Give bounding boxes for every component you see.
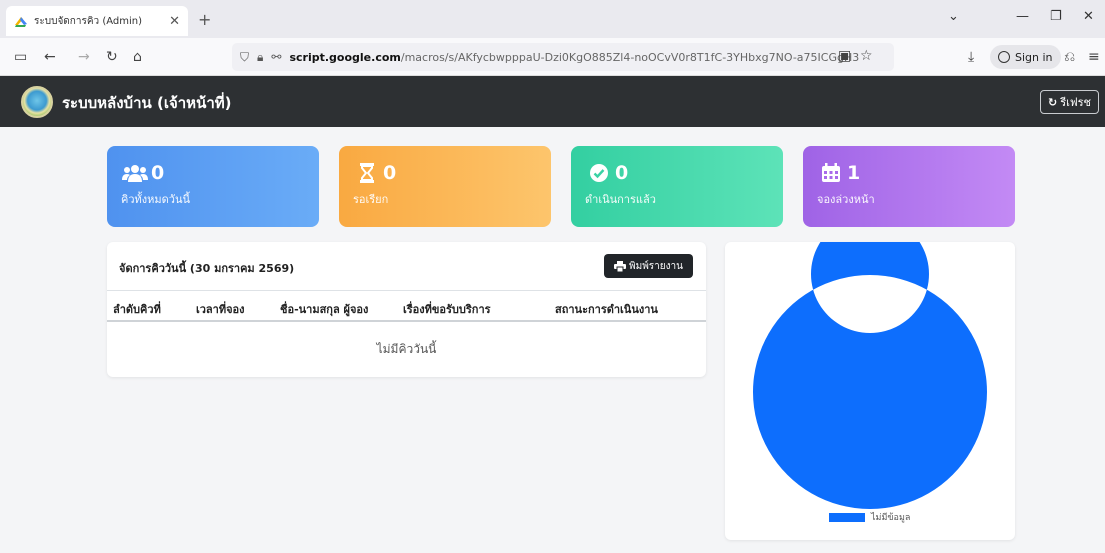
apps-script-icon — [15, 17, 27, 27]
refresh-label: รีเฟรช — [1060, 96, 1092, 109]
stat-label: ดำเนินการแล้ว — [585, 193, 656, 206]
url-bar[interactable]: ⛉ 🔒︎ ⚯ script.google.com/macros/s/AKfycb… — [232, 43, 894, 71]
legend-swatch[interactable] — [829, 512, 865, 522]
stat-card-total-today: 0 คิวทั้งหมดวันนี้ — [107, 146, 319, 227]
close-window-icon[interactable]: ✕ — [1083, 9, 1094, 24]
new-tab-icon[interactable]: + — [198, 10, 211, 29]
donut-chart — [753, 242, 987, 509]
stat-value: 1 — [847, 162, 861, 184]
lock-icon: 🔒︎ — [257, 49, 264, 64]
download-icon[interactable]: ⤓ — [968, 48, 974, 66]
check-circle-icon — [585, 162, 613, 184]
url-host: script.google.com — [289, 50, 401, 64]
menu-icon[interactable]: ≡ — [1088, 48, 1100, 66]
organization-logo — [21, 86, 53, 118]
service-stats-panel: สถิติแยกตามบริการ ไม่มีข้อมูล — [725, 242, 1015, 540]
page-title: ระบบหลังบ้าน (เจ้าหน้าที่) — [62, 94, 232, 112]
stat-value: 0 — [383, 162, 397, 184]
tab-title: ระบบจัดการคิว (Admin) — [34, 15, 142, 27]
chart-legend: ไม่มีข้อมูล — [829, 510, 910, 524]
stat-label: รอเรียก — [353, 193, 389, 206]
forward-arrow-icon[interactable]: → — [78, 48, 90, 66]
stat-value: 0 — [615, 162, 629, 184]
hourglass-icon — [353, 162, 381, 184]
extensions-icon[interactable]: ⎌ — [1064, 48, 1075, 66]
calendar-icon — [817, 162, 845, 184]
column-header[interactable]: ลำดับคิวที่ — [113, 300, 161, 318]
restore-icon[interactable]: ❐ — [1050, 9, 1062, 24]
permissions-icon: ⚯ — [271, 50, 282, 64]
column-header[interactable]: เวลาที่จอง — [196, 300, 245, 318]
stat-label: คิวทั้งหมดวันนี้ — [121, 193, 191, 206]
column-header[interactable]: ชื่อ-นามสกุล ผู้จอง — [280, 300, 368, 318]
back-arrow-icon[interactable]: ← — [44, 48, 56, 66]
empty-queue-message: ไม่มีคิววันนี้ — [376, 342, 437, 356]
tab-list-chevron-icon[interactable]: ⌄ — [948, 9, 959, 24]
sign-in-label: Sign in — [1015, 50, 1053, 64]
legend-label: ไม่มีข้อมูล — [871, 513, 911, 523]
printer-icon — [614, 260, 627, 272]
print-report-label: พิมพ์รายงาน — [629, 260, 683, 272]
column-header[interactable]: สถานะการดำเนินงาน — [555, 300, 658, 318]
stat-value: 0 — [151, 162, 165, 184]
stat-card-advance-booking: 1 จองล่วงหน้า — [803, 146, 1015, 227]
bookmark-star-icon[interactable]: ☆ — [860, 47, 873, 65]
stat-card-waiting: 0 รอเรียก — [339, 146, 551, 227]
queue-table-header: ลำดับคิวที่ เวลาที่จอง ชื่อ-นามสกุล ผู้จ… — [107, 290, 706, 322]
minimize-icon[interactable]: — — [1016, 9, 1029, 24]
queue-panel-title: จัดการคิววันนี้ (30 มกราคม 2569) — [119, 262, 295, 275]
reader-view-icon[interactable]: ▣ — [838, 47, 851, 65]
stat-label: จองล่วงหน้า — [817, 193, 875, 206]
column-header[interactable]: เรื่องที่ขอรับบริการ — [403, 300, 491, 318]
users-icon — [121, 162, 149, 184]
sign-in-button[interactable]: Sign in — [990, 45, 1061, 69]
browser-nav-bar: ▭ ← → ↻ ⌂ ⛉ 🔒︎ ⚯ script.google.com/macro… — [0, 38, 1105, 76]
reload-icon[interactable]: ↻ — [106, 48, 118, 66]
refresh-button[interactable]: ↻ รีเฟรช — [1040, 90, 1099, 114]
stat-card-completed: 0 ดำเนินการแล้ว — [571, 146, 783, 227]
shield-icon: ⛉ — [240, 49, 250, 64]
sidebar-toggle-icon[interactable]: ▭ — [14, 48, 27, 66]
url-path: /macros/s/AKfycbwpppaU-Dzi0KgO885Zl4-noO… — [400, 50, 860, 64]
queue-panel: จัดการคิววันนี้ (30 มกราคม 2569) พิมพ์รา… — [107, 242, 706, 377]
browser-tab[interactable]: ระบบจัดการคิว (Admin) ✕ — [6, 6, 188, 36]
close-tab-icon[interactable]: ✕ — [169, 14, 180, 29]
browser-tab-bar: ระบบจัดการคิว (Admin) ✕ + ⌄ — ❐ ✕ — [0, 0, 1105, 38]
print-report-button[interactable]: พิมพ์รายงาน — [604, 254, 693, 278]
home-icon[interactable]: ⌂ — [133, 48, 142, 66]
account-icon — [998, 51, 1010, 63]
refresh-icon: ↻ — [1047, 95, 1058, 109]
